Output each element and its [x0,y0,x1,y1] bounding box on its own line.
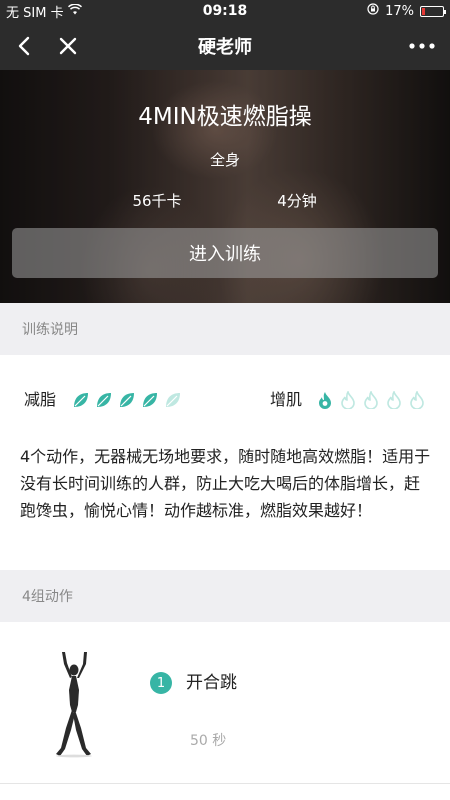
wifi-icon [67,2,82,19]
section-header-exercises: 4组动作 [0,570,450,622]
close-button[interactable] [46,24,90,68]
exercise-duration: 50 秒 [190,733,227,749]
muscle-gain-rating [317,390,427,410]
duration-stat: 4分钟 [277,192,317,210]
leaf-icon [164,391,182,409]
jumping-jack-figure-icon [56,652,92,758]
exercise-name: 开合跳 [186,673,237,693]
nav-bar: 硬老师 [0,22,450,70]
close-icon [59,37,77,55]
calories-stat: 56千卡 [132,192,182,210]
leaf-icon [72,391,90,409]
hero-banner: 4MIN极速燃脂操 全身 56千卡 4分钟 进入训练 [0,70,450,303]
leaf-icon [118,391,136,409]
status-bar: 无 SIM 卡 09:18 17% [0,0,450,22]
muscle-gain-label: 增肌 [270,390,303,409]
more-button[interactable] [400,24,444,68]
status-time: 09:18 [202,3,248,19]
rotation-lock-icon [367,3,379,19]
enter-training-button[interactable]: 进入训练 [12,228,438,278]
fat-loss-label: 减脂 [24,390,57,409]
workout-title: 4MIN极速燃脂操 [138,104,312,130]
more-icon [409,43,435,49]
leaf-icon [95,391,113,409]
back-icon [18,36,30,56]
battery-level-fill [422,7,426,15]
exercise-item[interactable]: 1 开合跳 50 秒 [0,622,450,784]
battery-percent: 17% [385,3,414,19]
section-title: 4组动作 [22,589,73,605]
battery-icon [420,5,446,17]
section-title: 训练说明 [22,322,78,338]
leaf-icon [141,391,159,409]
back-button[interactable] [2,24,46,68]
exercise-list: 1 开合跳 50 秒 [0,622,450,800]
flame-icon [317,391,335,409]
intensity-panel: 减脂 增肌 4个动作，无器械无场地要求，随时随地高效燃脂！适用于没有长时间训练的… [0,355,450,570]
carrier-text: 无 SIM 卡 [6,5,64,21]
exercise-index-badge: 1 [150,672,172,694]
flame-icon [409,390,427,410]
flame-icon [386,390,404,410]
body-part-label: 全身 [209,151,240,169]
fat-loss-rating [72,391,182,409]
workout-description: 4个动作，无器械无场地要求，随时随地高效燃脂！适用于没有长时间训练的人群，防止大… [20,447,431,520]
intensity-row: 减脂 增肌 [0,388,450,412]
section-header-instructions: 训练说明 [0,303,450,355]
flame-icon [363,390,381,410]
flame-icon [340,390,358,410]
